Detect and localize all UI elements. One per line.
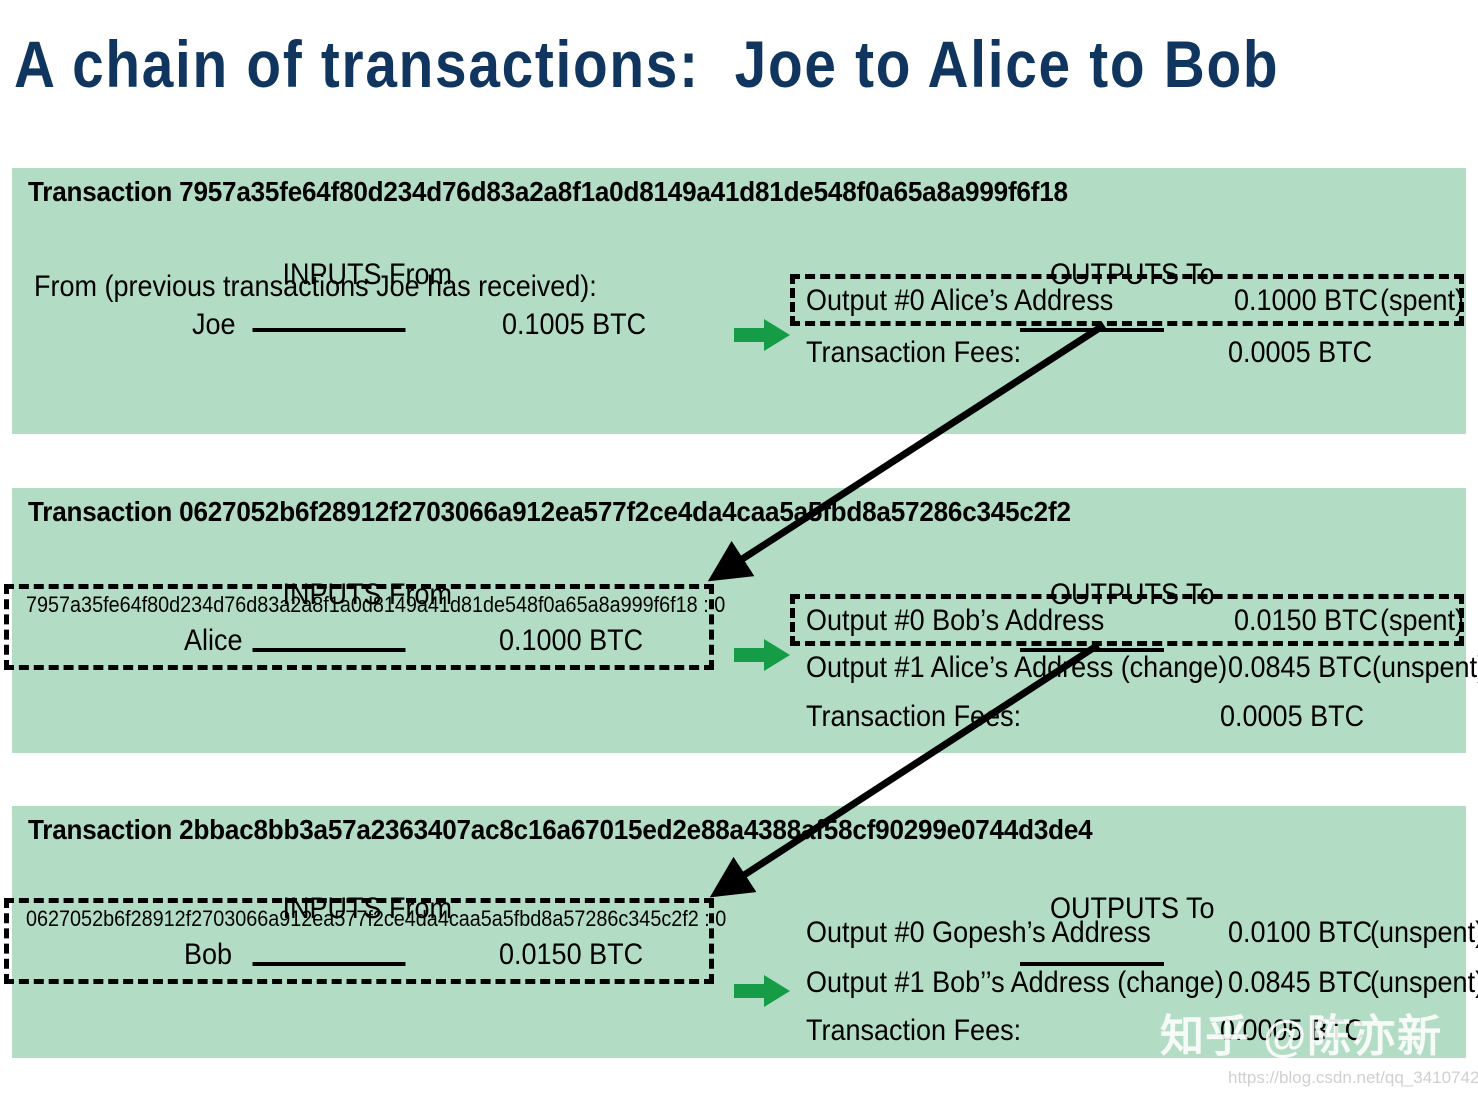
output-status-2-0: (spent) [1380, 604, 1465, 637]
output-status-3-1: (unspent) [1370, 966, 1478, 999]
flow-arrow-icon-1 [734, 318, 790, 352]
input-ref-3-0: 0627052b6f28912f2703066a912ea577f2ce4da4… [26, 906, 727, 931]
transaction-panel-2: Transaction 0627052b6f28912f2703066a912e… [4, 488, 1478, 753]
csdn-watermark: https://blog.csdn.net/qq_34107425 [1228, 1068, 1478, 1087]
fees-amount-1: 0.0005 BTC [1228, 336, 1373, 369]
zhihu-watermark: 知乎 @陈亦新 [1160, 1012, 1443, 1061]
transaction-heading-2: Transaction 0627052b6f28912f2703066a912e… [28, 496, 1071, 527]
output-label-3-0: Output #0 Gopesh’s Address [806, 916, 1151, 949]
inputs-header-rule-1 [252, 328, 406, 332]
input-owner-1-0: Joe [192, 308, 236, 341]
flow-arrow-icon-3 [734, 974, 790, 1008]
input-owner-3-0: Bob [184, 938, 233, 971]
output-status-3-0: (unspent) [1370, 916, 1478, 949]
fees-label-1: Transaction Fees: [806, 336, 1022, 369]
output-amount-2-1: 0.0845 BTC [1228, 651, 1373, 684]
output-amount-3-1: 0.0845 BTC [1228, 966, 1373, 999]
input-amount-2-0: 0.1000 BTC [499, 624, 644, 657]
input-amount-3-0: 0.0150 BTC [499, 938, 644, 971]
output-status-1-0: (spent) [1380, 284, 1465, 317]
input-owner-2-0: Alice [184, 624, 243, 657]
output-label-2-1: Output #1 Alice’s Address (change) [806, 651, 1228, 684]
input-ref-2-0: 7957a35fe64f80d234d76d83a2a8f1a0d8149a41… [26, 592, 726, 617]
output-label-3-1: Output #1 Bob’’s Address (change) [806, 966, 1224, 999]
output-amount-2-0: 0.0150 BTC [1234, 604, 1379, 637]
transaction-panel-1: Transaction 7957a35fe64f80d234d76d83a2a8… [12, 168, 1466, 434]
inputs-header-1: INPUTS From [252, 224, 452, 400]
input-amount-1-0: 0.1005 BTC [502, 308, 647, 341]
fees-amount-2: 0.0005 BTC [1220, 700, 1365, 733]
output-label-2-0: Output #0 Bob’s Address [806, 604, 1105, 637]
output-amount-1-0: 0.1000 BTC [1234, 284, 1379, 317]
output-label-1-0: Output #0 Alice’s Address [806, 284, 1114, 317]
output-amount-3-0: 0.0100 BTC [1228, 916, 1373, 949]
transaction-heading-1: Transaction 7957a35fe64f80d234d76d83a2a8… [28, 176, 1068, 207]
inputs-note-1: From (previous transactions Joe has rece… [34, 270, 597, 303]
outputs-header-rule-1 [1020, 328, 1164, 332]
output-status-2-1: (unspent) [1372, 651, 1478, 684]
page-title: A chain of transactions: Joe to Alice to… [14, 27, 1280, 101]
flow-arrow-icon-2 [734, 638, 790, 672]
fees-label-3: Transaction Fees: [806, 1014, 1022, 1047]
fees-label-2: Transaction Fees: [806, 700, 1022, 733]
transaction-heading-3: Transaction 2bbac8bb3a57a2363407ac8c16a6… [28, 814, 1093, 845]
